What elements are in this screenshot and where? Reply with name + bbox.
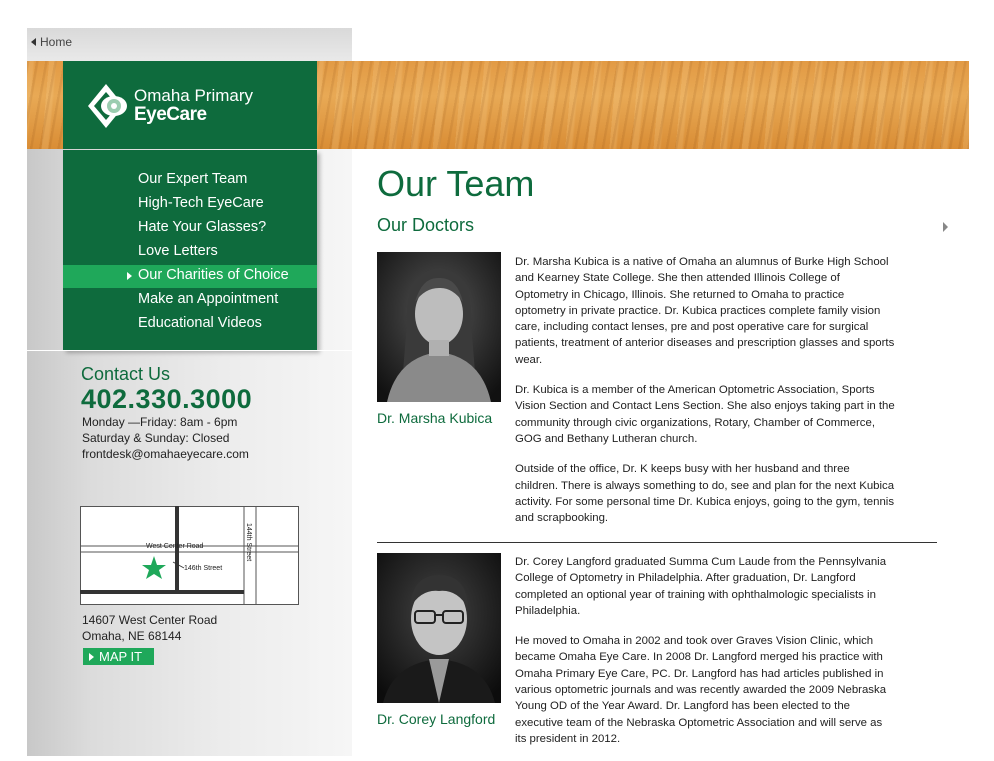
bio-paragraph: Dr. Corey Langford graduated Summa Cum L… [515,556,887,617]
hours-weekday: Monday —Friday: 8am - 6pm [82,415,238,429]
doctor-photo-langford [377,553,501,703]
contact-title: Contact Us [81,364,171,384]
home-link[interactable]: Home [31,35,72,49]
map-label-146th: 146th Street [184,565,222,572]
doctor-photo-kubica [377,252,501,402]
doctor-bio-langford: Dr. Corey Langford graduated Summa Cum L… [515,554,895,761]
doctor-name-langford: Dr. Corey Langford [377,711,496,727]
section-title: Our Doctors [377,215,475,235]
nav-item-educational-videos[interactable]: Educational Videos [138,315,262,331]
page-title: Our Team [377,163,535,204]
nav-item-love-letters[interactable]: Love Letters [138,243,218,259]
doctor-name-kubica: Dr. Marsha Kubica [377,410,493,426]
active-arrow-icon [127,272,132,280]
logo-text-line1: Omaha Primary [134,86,254,105]
wood-banner [352,61,969,149]
back-arrow-icon [31,38,36,46]
bio-paragraph: Dr. Marsha Kubica is a native of Omaha a… [515,256,895,366]
map-it-label: MAP IT [99,649,143,664]
doctor-bio-kubica: Dr. Marsha Kubica is a native of Omaha a… [515,254,895,540]
map-label-west-center: West Center Road [146,543,204,550]
top-bar [27,28,352,61]
nav-item-expert-team[interactable]: Our Expert Team [138,171,247,187]
nav-item-charities-label: Our Charities of Choice [138,267,289,283]
location-map[interactable]: West Center Road 146th Street 144th Stre… [80,506,299,605]
chevron-right-icon[interactable] [943,222,948,232]
bio-paragraph: He moved to Omaha in 2002 and took over … [515,635,887,745]
map-it-button[interactable]: MAP IT [83,648,154,665]
address-line2: Omaha, NE 68144 [82,629,182,643]
address-line1: 14607 West Center Road [82,613,218,627]
contact-phone[interactable]: 402.330.3000 [81,384,252,415]
play-arrow-icon [89,652,94,661]
hours-weekend: Saturday & Sunday: Closed [82,431,230,445]
eye-logo-icon [88,84,127,128]
map-label-144th: 144th Street [245,523,252,561]
contact-email[interactable]: frontdesk@omahaeyecare.com [82,447,249,461]
sidebar-divider [27,350,352,351]
bio-paragraph: Outside of the office, Dr. K keeps busy … [515,463,895,525]
nav-item-make-appointment[interactable]: Make an Appointment [138,291,278,307]
wood-banner-left [27,61,63,149]
nav-item-high-tech-eyecare[interactable]: High-Tech EyeCare [138,195,264,211]
wood-banner-mid [317,61,352,149]
bio-paragraph: Dr. Kubica is a member of the American O… [515,384,895,445]
doctor-divider [377,542,937,543]
logo-text-line2: EyeCare [134,104,207,125]
home-label: Home [40,35,73,49]
nav-item-hate-your-glasses[interactable]: Hate Your Glasses? [138,219,266,235]
